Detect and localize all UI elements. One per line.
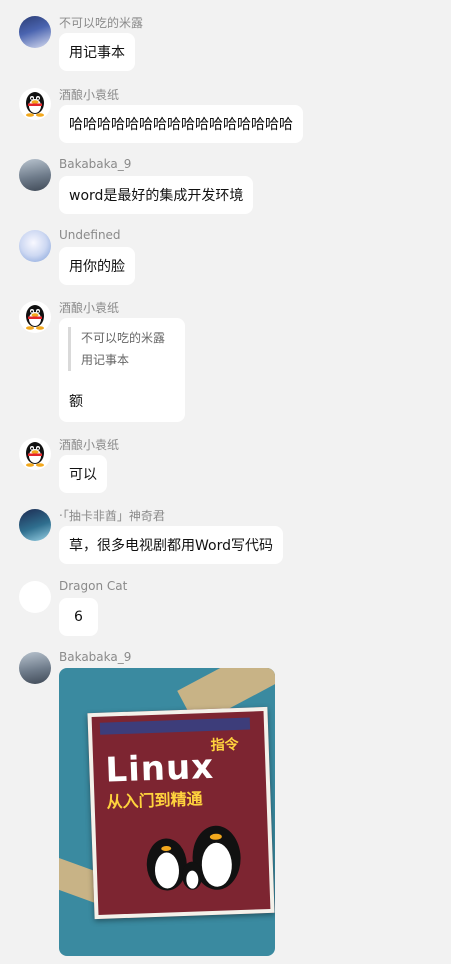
sender-name[interactable]: Bakabaka_9 [59,650,131,664]
avatar[interactable] [19,438,51,470]
avatar[interactable] [19,88,51,120]
sender-name[interactable]: Undefined [59,228,121,242]
penguin-icon [26,305,44,330]
message-bubble[interactable]: 草，很多电视剧都用Word写代码 [59,526,283,564]
sender-name[interactable]: 酒酿小袁纸 [59,299,119,316]
book-subtitle: 从入门到精通 [106,789,203,812]
sender-name[interactable]: 酒酿小袁纸 [59,86,119,103]
avatar[interactable] [19,581,51,613]
sender-name[interactable]: ‧「抽卡非酋」神奇君 [59,507,165,524]
penguin-icon [26,442,44,467]
image-message[interactable]: Linux 指令 从入门到精通 [59,668,275,956]
message-text: 额 [69,394,83,410]
avatar[interactable] [19,301,51,333]
sender-name[interactable]: Bakabaka_9 [59,157,131,171]
avatar[interactable] [19,16,51,48]
message-bubble[interactable]: 用记事本 [59,33,135,71]
sender-name[interactable]: 不可以吃的米露 [59,14,143,31]
quoted-text: 用记事本 [81,353,130,367]
avatar[interactable] [19,652,51,684]
tux-penguins-illustration [146,825,241,891]
book-title: Linux [104,746,215,791]
message-bubble[interactable]: 可以 [59,455,107,493]
avatar[interactable] [19,230,51,262]
penguin-icon [26,92,44,117]
sender-name[interactable]: 酒酿小袁纸 [59,436,119,453]
avatar[interactable] [19,509,51,541]
message-bubble[interactable]: 用你的脸 [59,247,135,285]
message-bubble[interactable]: 哈哈哈哈哈哈哈哈哈哈哈哈哈哈哈哈 [59,105,303,143]
message-bubble[interactable]: word是最好的集成开发环境 [59,176,254,214]
sender-name[interactable]: Dragon Cat [59,579,127,593]
book-header-bar [99,717,251,735]
avatar[interactable] [19,159,51,191]
quoted-sender: 不可以吃的米露 [81,331,166,345]
quoted-message[interactable]: 不可以吃的米露 用记事本 [68,327,165,371]
message-bubble[interactable]: 6 [59,598,98,636]
book-cover: Linux 指令 从入门到精通 [87,706,275,920]
book-badge: 指令 [210,736,239,754]
